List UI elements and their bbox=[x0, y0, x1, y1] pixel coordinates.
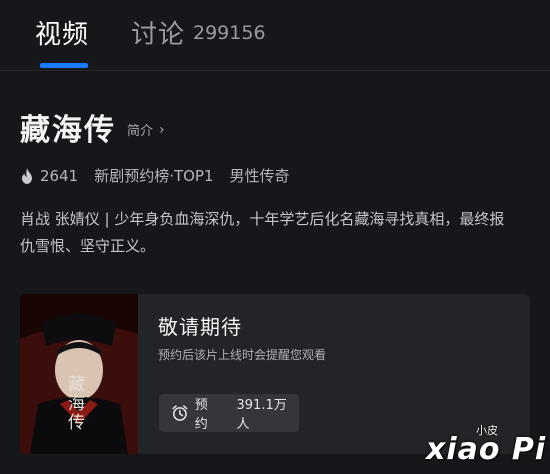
meta-row: 2641 新剧预约榜·TOP1 男性传奇 bbox=[20, 165, 290, 186]
card-title: 敬请期待 bbox=[158, 315, 242, 339]
genre-tag[interactable]: 男性传奇 bbox=[230, 165, 290, 186]
intro-link-label: 简介 bbox=[127, 124, 154, 139]
reserve-label: 预约 bbox=[194, 398, 208, 432]
heat-value: 2641 bbox=[40, 166, 79, 185]
rank-badge[interactable]: 新剧预约榜·TOP1 bbox=[94, 165, 213, 186]
top-tab-bar: 视频 讨论 299156 bbox=[0, 0, 550, 70]
poster-title-text: 藏海传 bbox=[68, 375, 85, 433]
show-title: 藏海传 bbox=[20, 113, 116, 148]
watermark-main-text: xiao Pi bbox=[426, 432, 547, 467]
show-description: 肖战 张婧仪 | 少年身负血海深仇，十年学艺后化名藏海寻找真相，最终报仇雪恨、坚… bbox=[20, 210, 505, 255]
watermark-logo: 小皮 xiao Pi bbox=[422, 418, 550, 474]
poster-image: 藏海传 bbox=[20, 294, 138, 454]
intro-link[interactable]: 简介 › bbox=[127, 120, 165, 140]
card-subtitle: 预约后该片上线时会提醒您观看 bbox=[158, 348, 327, 362]
active-tab-indicator bbox=[40, 63, 88, 68]
reserve-count: 391.1万人 bbox=[236, 398, 287, 432]
alarm-clock-icon bbox=[172, 405, 188, 421]
tab-discussion[interactable]: 讨论 bbox=[131, 14, 185, 51]
discussion-count: 299156 bbox=[193, 22, 266, 44]
flame-icon bbox=[22, 167, 32, 184]
tab-divider bbox=[0, 70, 550, 71]
chevron-right-icon: › bbox=[159, 121, 165, 138]
reserve-button[interactable]: 预约 391.1万人 bbox=[159, 394, 299, 432]
tab-video[interactable]: 视频 bbox=[35, 14, 89, 51]
